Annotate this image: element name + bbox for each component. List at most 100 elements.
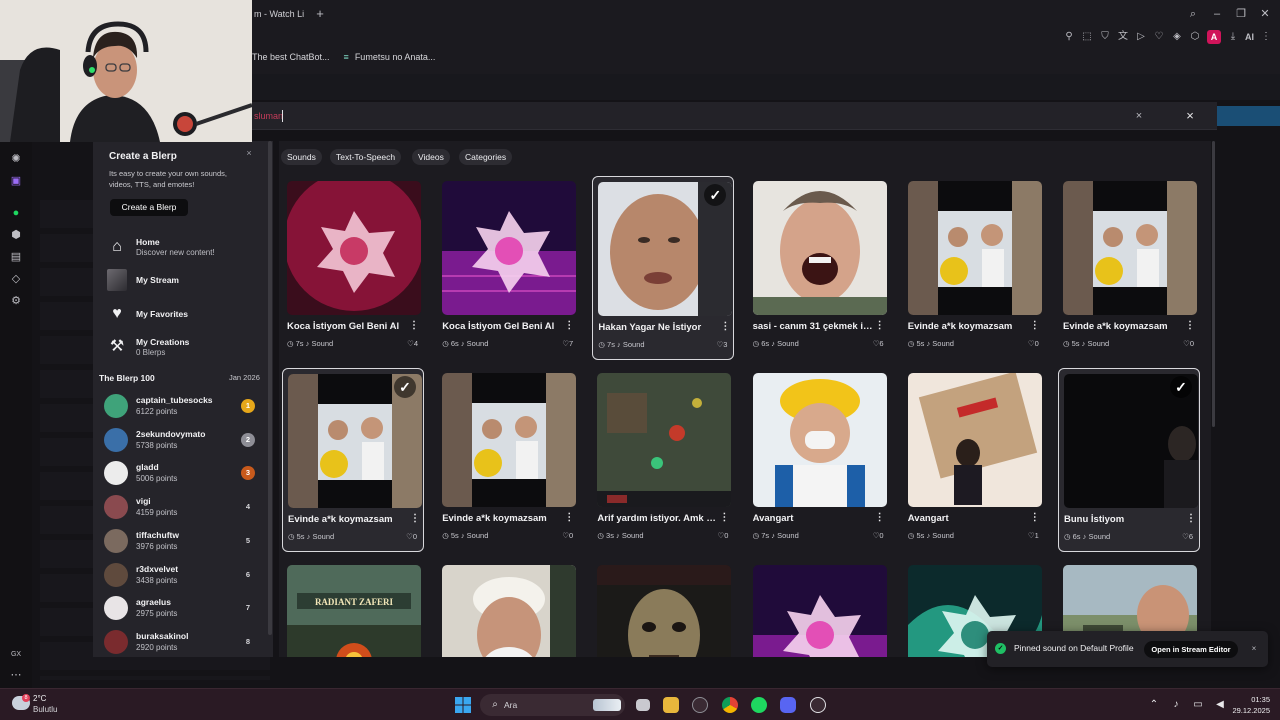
blerp-card[interactable]: ✓ Evinde a*k koymazsam ⋮ ◷ 5s ♪ Sound ♡0 [282,368,424,552]
blerp-card[interactable]: sasi - canım 31 çekmek istiyor⋮ ◷ 6s ♪ So… [748,176,890,360]
clear-search-icon[interactable]: × [1132,109,1146,123]
selected-check-icon[interactable]: ✓ [394,376,416,398]
more-options-icon[interactable]: ⋮ [410,513,420,525]
chatgpt-icon[interactable]: ✺ [9,152,23,166]
create-blerp-button[interactable]: Create a Blerp [110,199,188,216]
blerp-card[interactable]: Evinde a*k koymazsam ⋮ ◷ 5s ♪ Sound ♡0 [903,176,1045,360]
search-bar[interactable]: sluman × × [252,102,1217,130]
blerp-thumbnail[interactable] [752,565,887,657]
network-icon[interactable]: ▭ [1192,698,1204,712]
more-options-icon[interactable]: ⋮ [1185,320,1195,332]
close-window-icon[interactable]: ✕ [1258,6,1272,22]
chrome-icon[interactable] [722,697,738,713]
pin-icon[interactable]: ⚲ [1063,30,1075,44]
blerp-title[interactable]: Evinde a*k koymazsam [288,514,408,525]
blerp-title[interactable]: Bunu İstiyom [1064,514,1184,525]
leaderboard-row[interactable]: tiffachuftw 3976 points 5 [103,526,261,558]
blerp-card[interactable]: RADIANT ZAFERI [282,560,424,657]
blerp-likes[interactable]: ♡3 [716,340,727,349]
screenshot-icon[interactable]: ⬚ [1081,30,1093,44]
leaderboard-row[interactable]: agraelus 2975 points 7 [103,593,261,625]
blerp-card[interactable] [748,560,890,657]
more-options-icon[interactable]: ⋮ [564,512,574,524]
blerp-thumbnail[interactable] [442,181,577,315]
more-options-icon[interactable]: ⋮ [564,320,574,332]
more-options-icon[interactable]: ⋮ [409,320,419,332]
blerp-title[interactable]: Hakan Yagar Ne İstiyor [598,322,718,333]
translate-icon[interactable]: 文 [1117,30,1129,44]
blerp-title[interactable]: Koca İstiyom Gel Beni Al [287,321,407,332]
nav-home[interactable]: ⌂ Home Discover new content! [105,233,265,261]
close-search-icon[interactable]: × [1182,108,1198,124]
taskbar-search[interactable]: ⌕ Ara [480,694,625,716]
download-icon[interactable]: ⤓ [1227,30,1239,44]
selected-check-icon[interactable]: ✓ [1170,376,1192,398]
puzzle-icon[interactable]: ⬡ [1189,30,1201,44]
blerp-card[interactable]: Evinde a*k koymazsam ⋮ ◷ 5s ♪ Sound ♡0 [1058,176,1200,360]
tag-icon[interactable]: ◇ [9,272,23,286]
more-options-icon[interactable]: ⋮ [720,321,730,333]
blerp-thumbnail[interactable]: RADIANT ZAFERI [287,565,421,657]
blerp-card[interactable] [437,560,579,657]
blerp-title[interactable]: Evinde a*k koymazsam [908,321,1028,332]
chevron-up-icon[interactable]: ⌃ [1148,698,1160,712]
search-tabs-icon[interactable]: ⌕ [1186,6,1200,22]
new-tab-button[interactable]: + [312,6,328,22]
more-options-icon[interactable]: ⋮ [875,512,885,524]
twitch-icon[interactable]: ▣ [9,174,23,188]
close-toast-icon[interactable]: × [1249,643,1259,655]
blerp-likes[interactable]: ♡6 [873,339,884,348]
blerp-title[interactable]: Koca İstiyom Gel Beni Al [442,321,562,332]
blerp-likes[interactable]: ♡0 [873,531,884,540]
settings-icon[interactable]: ⚙ [9,294,23,308]
tab-title[interactable]: m - Watch Li [254,9,304,19]
blerp-thumbnail[interactable] [442,373,577,507]
blerp-thumbnail[interactable] [907,181,1042,315]
sidebar-scrollbar[interactable] [268,141,272,635]
blerp-card[interactable]: Avangart ⋮ ◷ 7s ♪ Sound ♡0 [748,368,890,552]
profile-badge[interactable]: A [1207,30,1221,44]
windows-start-icon[interactable] [455,697,471,713]
heart-icon[interactable]: ♡ [1153,30,1165,44]
blerp-likes[interactable]: ♡4 [407,339,418,348]
blerp-title[interactable]: Avangart [908,513,1028,524]
blerp-likes[interactable]: ♡0 [406,532,417,541]
search-input[interactable]: sluman [254,111,283,121]
discord-icon[interactable] [780,697,796,713]
blerp-card[interactable]: ✓ Bunu İstiyom ⋮ ◷ 6s ♪ Sound ♡6 [1058,368,1200,552]
weather-description[interactable]: Bulutlu [33,705,57,714]
blerp-thumbnail[interactable] [752,181,887,315]
more-options-icon[interactable]: ⋮ [1186,513,1196,525]
more-icon[interactable]: ⋯ [9,668,23,682]
blerp-card[interactable]: Evinde a*k koymazsam ⋮ ◷ 5s ♪ Sound ♡0 [437,368,579,552]
file-explorer-icon[interactable] [663,697,679,713]
blerp-thumbnail[interactable] [1063,181,1197,315]
blerp-thumbnail[interactable] [597,373,732,507]
minimize-icon[interactable]: – [1210,6,1224,22]
filter-videos[interactable]: Videos [412,149,450,165]
filter-categories[interactable]: Categories [459,149,513,165]
leaderboard-row[interactable]: buraksakinol 2920 points 8 [103,627,261,657]
clock-date[interactable]: 29.12.2025 [1226,706,1270,715]
leaderboard-row[interactable]: 2sekundovymato 5738 points 2 [103,425,261,457]
blerp-card[interactable] [592,560,734,657]
blerp-thumbnail[interactable] [597,565,732,657]
blerp-likes[interactable]: ♡0 [1028,339,1039,348]
maximize-icon[interactable]: ❐ [1234,6,1248,22]
site-accent-button[interactable] [1217,106,1280,126]
content-scrollbar[interactable] [1212,141,1215,427]
menu-icon[interactable]: ⋮ [1260,30,1272,44]
ai-button[interactable]: AI [1245,30,1254,44]
blerp-title[interactable]: Evinde a*k koymazsam [1063,321,1183,332]
blerp-likes[interactable]: ♡0 [717,531,728,540]
blerp-card[interactable]: Arif yardım istiyor. Amk hey ⋮ ◷ 3s ♪ Soun… [592,368,734,552]
leaderboard-row[interactable]: vigi 4159 points 4 [103,492,261,524]
nav-creations[interactable]: ⚒ My Creations 0 Blerps [105,333,265,361]
clock-time[interactable]: 01:35 [1244,695,1270,704]
gx-label[interactable]: GX [9,648,23,662]
blerp-card[interactable]: Koca İstiyom Gel Beni Al ⋮ ◷ 6s ♪ Sound ♡7 [437,176,579,360]
app-icon[interactable] [692,697,708,713]
filter-sounds[interactable]: Sounds [281,149,322,165]
notes-icon[interactable]: ▤ [9,250,23,264]
spotify-icon[interactable] [751,697,767,713]
